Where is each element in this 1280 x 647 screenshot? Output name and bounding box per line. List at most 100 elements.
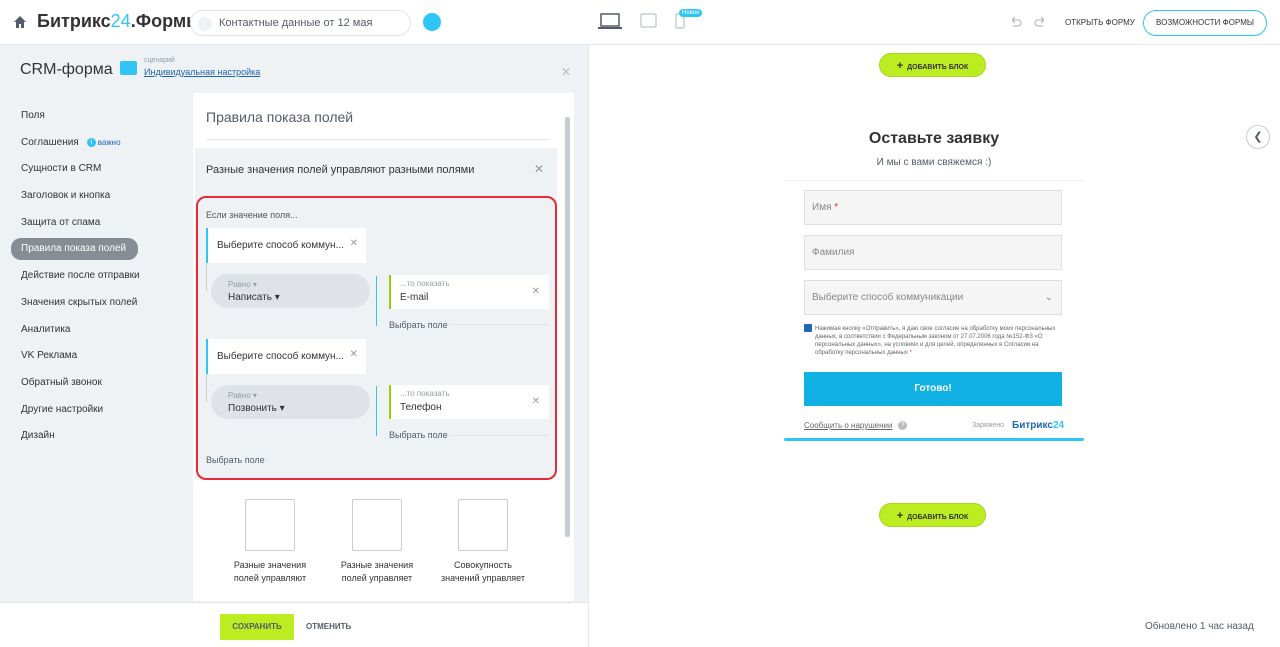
help-icon[interactable]: ? [898, 421, 907, 430]
show-field-select[interactable]: ...то показать E-mail ✕ [389, 275, 549, 309]
condition-field-select[interactable]: Выберите способ коммун... ✕ [206, 339, 366, 374]
vertical-divider [588, 45, 589, 647]
settings-menu: Поля Соглашения i важно Сущности в CRM Заг… [11, 105, 140, 452]
rule-type-icon [352, 499, 402, 551]
plus-icon: + [896, 510, 904, 522]
document-name-field[interactable]: Контактные данные от 12 мая [190, 10, 411, 36]
menu-item-agreements[interactable]: Соглашения i важно [11, 132, 140, 159]
scenario-label: сценарий [144, 57, 175, 64]
scrollbar[interactable] [565, 117, 570, 537]
name-field[interactable]: Имя * [804, 190, 1062, 225]
charged-label: Заряжено [972, 422, 1005, 429]
clear-icon[interactable]: ✕ [350, 238, 358, 249]
chevron-left-icon[interactable]: ❮ [1246, 125, 1270, 149]
add-block-label: ДОБАВИТЬ БЛОК [907, 514, 969, 521]
rule-card-title: Разные значения полей управляют разными … [206, 164, 475, 176]
tablet-view-icon[interactable] [640, 13, 657, 28]
menu-item-callback[interactable]: Обратный звонок [11, 372, 140, 399]
home-icon[interactable] [13, 15, 27, 29]
consent-checkbox[interactable] [804, 324, 812, 332]
menu-item-after-submit[interactable]: Действие после отправки [11, 265, 140, 292]
close-icon[interactable]: ✕ [561, 65, 571, 79]
operator-label: Равно ▾ [228, 391, 257, 400]
menu-item-hidden-fields[interactable]: Значения скрытых полей [11, 292, 140, 319]
clear-icon[interactable]: ✕ [532, 286, 540, 297]
field-name: Выберите способ коммун... [217, 240, 344, 251]
report-violation-link[interactable]: Сообщить о нарушении [804, 421, 892, 430]
info-icon: i [86, 137, 96, 147]
panel-title: CRM-форма [20, 61, 113, 78]
updated-status: Обновлено 1 час назад [1145, 621, 1254, 632]
clear-icon[interactable]: ✕ [350, 349, 358, 360]
pick-field-link[interactable]: Выбрать поле [389, 320, 448, 330]
panel-footer: СОХРАНИТЬ ОТМЕНИТЬ [0, 602, 588, 647]
plus-icon: + [896, 60, 904, 72]
bitrix24-logo[interactable]: Битрикс24 [1012, 420, 1064, 431]
show-field-select[interactable]: ...то показать Телефон ✕ [389, 385, 549, 419]
scenario-icon [120, 61, 137, 75]
surname-field[interactable]: Фамилия [804, 235, 1062, 270]
menu-item-spam-protection[interactable]: Защита от спама [11, 212, 140, 239]
operator-value: Позвонить ▾ [228, 403, 285, 414]
option-label: Разные значения [233, 560, 307, 570]
show-value: Телефон [400, 402, 442, 413]
add-block-button-bottom[interactable]: + ДОБАВИТЬ БЛОК [879, 503, 986, 527]
option-label: значений управляет [440, 573, 526, 583]
rule-type-option[interactable]: Разные значения полей управляет [322, 499, 432, 585]
form-bottom-line [784, 438, 1084, 441]
document-icon [198, 17, 212, 31]
app-logo[interactable]: Битрикс24.Формы [37, 11, 202, 32]
undo-icon[interactable] [1009, 15, 1022, 28]
top-bar: Битрикс24.Формы Контактные данные от 12 … [0, 0, 1280, 45]
desktop-view-icon[interactable] [598, 13, 622, 30]
menu-item-fields[interactable]: Поля [11, 105, 140, 132]
add-block-button-top[interactable]: + ДОБАВИТЬ БЛОК [879, 53, 986, 77]
field-placeholder: Имя [812, 202, 832, 213]
rules-title: Правила показа полей [206, 109, 354, 125]
document-name: Контактные данные от 12 мая [219, 17, 373, 29]
save-button[interactable]: СОХРАНИТЬ [220, 614, 294, 640]
cancel-button[interactable]: ОТМЕНИТЬ [306, 622, 351, 631]
condition-field-select[interactable]: Выберите способ коммун... ✕ [206, 228, 366, 263]
rule-type-option[interactable]: Совокупность значений управляет [428, 499, 538, 585]
menu-item-other-settings[interactable]: Другие настройки [11, 399, 140, 426]
form-features-button[interactable]: ВОЗМОЖНОСТИ ФОРМЫ [1143, 10, 1267, 36]
redo-icon[interactable] [1034, 15, 1047, 28]
rule-type-icon [458, 499, 508, 551]
chevron-down-icon: ⌄ [1044, 292, 1053, 303]
equals-select[interactable]: Равно ▾ Написать ▾ [211, 274, 370, 308]
consent-text: Нажимая кнопку «Отправить», я даю свое с… [815, 326, 1056, 356]
divider [206, 139, 548, 140]
field-name: Выберите способ коммун... [217, 351, 344, 362]
operator-value: Написать ▾ [228, 292, 280, 303]
menu-item-analytics[interactable]: Аналитика [11, 319, 140, 346]
menu-item-header-button[interactable]: Заголовок и кнопка [11, 185, 140, 212]
rule-type-icon [245, 499, 295, 551]
menu-item-label: Соглашения [21, 136, 79, 148]
connector-line [376, 386, 377, 436]
operator-label: Равно ▾ [228, 280, 257, 289]
option-label: Разные значения [340, 560, 414, 570]
remove-rule-icon[interactable]: ✕ [534, 162, 544, 176]
clear-icon[interactable]: ✕ [532, 396, 540, 407]
submit-button[interactable]: Готово! [804, 372, 1062, 406]
pick-field-link[interactable]: Выбрать поле [389, 430, 448, 440]
open-form-link[interactable]: ОТКРЫТЬ ФОРМУ [1065, 18, 1135, 27]
condition-label: Если значение поля... [206, 210, 298, 220]
communication-select[interactable]: Выберите способ коммуникации ⌄ [804, 280, 1062, 315]
equals-select[interactable]: Равно ▾ Позвонить ▾ [211, 385, 370, 419]
connector-line [206, 263, 207, 291]
menu-item-field-rules[interactable]: Правила показа полей [11, 238, 138, 261]
option-label: полей управляет [341, 573, 413, 583]
cloud-save-icon[interactable] [423, 13, 441, 31]
connector-line [206, 374, 207, 402]
scenario-link[interactable]: Индивидуальная настройка [144, 67, 260, 77]
menu-item-design[interactable]: Дизайн [11, 425, 140, 452]
new-badge: Новое [679, 9, 703, 17]
divider [784, 180, 1084, 181]
rule-type-option[interactable]: Разные значения полей управляют [215, 499, 325, 585]
add-condition-field-link[interactable]: Выбрать поле [206, 455, 265, 465]
add-block-label: ДОБАВИТЬ БЛОК [907, 64, 969, 71]
menu-item-crm-entities[interactable]: Сущности в CRM [11, 158, 140, 185]
menu-item-vk-ads[interactable]: VK Реклама [11, 345, 140, 372]
